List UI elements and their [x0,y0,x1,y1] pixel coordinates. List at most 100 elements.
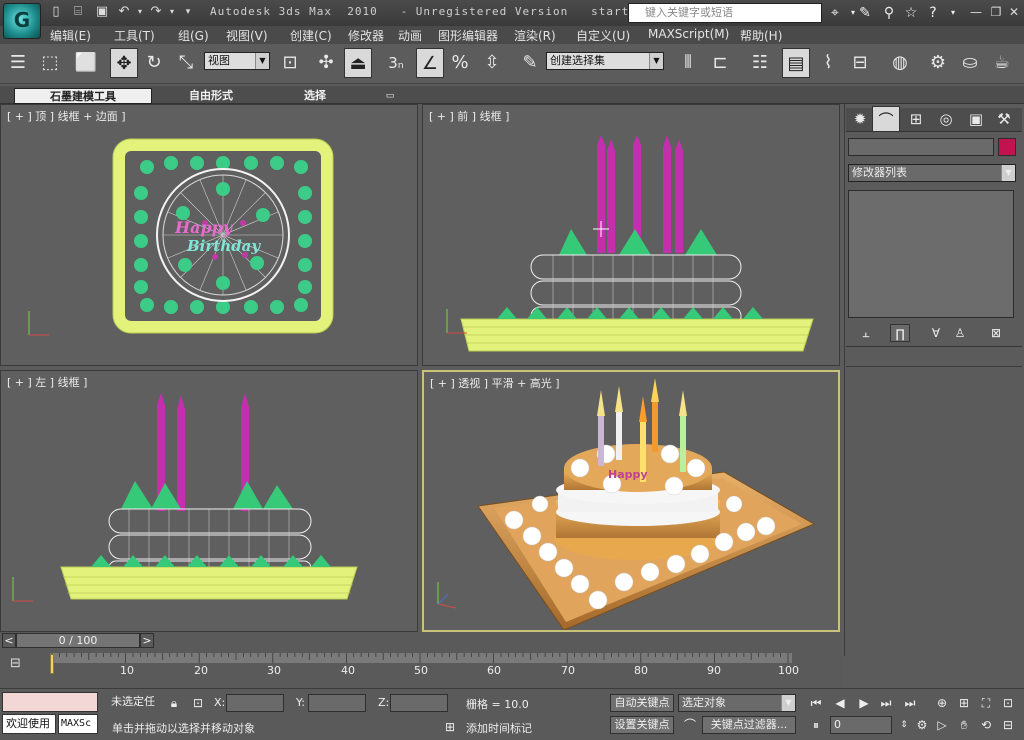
show-end-result-icon[interactable]: ∏ [890,324,910,342]
key-mode-toggle-icon[interactable]: ⏸ [806,716,826,734]
render-production-icon[interactable]: ☕ [988,48,1016,78]
new-file-icon[interactable]: ▯ [48,4,64,20]
keyboard-shortcut-override-icon[interactable]: ⏏ [344,48,372,78]
menu-views[interactable]: 视图(V) [226,27,268,44]
frame-spinner-icon[interactable]: ⇕ [894,716,914,734]
make-unique-icon[interactable]: ∀ [926,324,946,342]
key-mode-dropdown[interactable]: 选定对象 ▼ [678,694,796,712]
object-name-field[interactable] [848,138,994,156]
undo-icon[interactable]: ↶ [116,4,132,20]
select-region-icon[interactable]: ⬜ [72,48,100,78]
quick-access-menu-icon[interactable]: ▾ [180,4,196,20]
current-frame-field[interactable]: 0 [830,716,892,734]
select-and-move-icon[interactable]: ✥ [110,48,138,78]
maximize-viewport-icon[interactable]: ⊟ [998,716,1018,734]
open-file-icon[interactable]: ⌸ [70,4,86,20]
orbit-icon[interactable]: ⟲ [976,716,996,734]
zoom-extents-all-icon[interactable]: ⊡ [998,694,1018,712]
maxscript-mini-listener[interactable]: MAXSc [58,714,98,734]
pan-view-icon[interactable]: ✋︎ [954,716,974,734]
modify-tab-icon[interactable]: ⌒ [872,106,900,132]
zoom-all-icon[interactable]: ⊞ [954,694,974,712]
key-tangent-icon[interactable]: ⌒ [680,716,700,734]
ribbon-collapse-icon[interactable]: ▭ [380,88,400,104]
go-to-end-icon[interactable]: ⏭ [900,694,920,712]
play-icon[interactable]: ▶︎ [854,694,874,712]
time-slider-thumb[interactable]: 0 / 100 [16,633,140,648]
save-file-icon[interactable]: ▣ [94,4,110,20]
viewport-perspective-label[interactable]: [ + ] 透视 ] 平滑 + 高光 ] [430,375,560,391]
create-tab-icon[interactable]: ✹ [846,106,874,132]
menu-maxscript[interactable]: MAXScript(M) [648,27,729,41]
menu-animation[interactable]: 动画 [398,27,422,44]
select-filter-icon[interactable]: ☰ [4,48,32,78]
time-slider-next[interactable]: > [140,633,154,648]
zoom-extents-icon[interactable]: ⛶ [976,694,996,712]
search-input[interactable]: 键入关键字或短语 [628,3,822,23]
z-coordinate-field[interactable] [390,694,448,712]
absolute-mode-icon[interactable]: ⊡ [188,694,208,712]
tab-graphite-modeling[interactable]: 石墨建模工具 [14,88,152,104]
select-and-rotate-icon[interactable]: ↻ [140,48,168,78]
modifier-stack[interactable] [848,190,1014,318]
subscription-icon[interactable]: ✎ [856,4,874,22]
render-setup-icon[interactable]: ⚙ [924,48,952,78]
graphite-toggle-icon[interactable]: ▤ [782,48,810,78]
binoculars-icon[interactable]: ⌖ [826,4,844,22]
menu-customize[interactable]: 自定义(U) [576,27,630,44]
maxscript-listener-pink[interactable] [2,692,98,712]
manipulate-icon[interactable]: ✣ [312,48,340,78]
favorites-star-icon[interactable]: ☆ [902,4,920,22]
display-tab-icon[interactable]: ▣ [962,106,990,132]
pivot-center-icon[interactable]: ⊡ [276,48,304,78]
menu-modifiers[interactable]: 修改器 [348,27,384,44]
viewport-perspective[interactable]: Happy [ + ] 透视 ] 平滑 + 高光 ] [422,370,840,632]
remove-modifier-icon[interactable]: ♙ [950,324,970,342]
field-of-view-icon[interactable]: ▷ [932,716,952,734]
reference-coordinate-dropdown[interactable]: 视图 ▼ [204,52,270,70]
redo-icon[interactable]: ↷ [148,4,164,20]
align-icon[interactable]: ⊏ [706,48,734,78]
time-slider-prev[interactable]: < [2,633,16,648]
x-coordinate-field[interactable] [226,694,284,712]
app-logo-button[interactable]: G [3,3,41,39]
viewport-front[interactable]: [ + ] 前 ] 线框 ] [422,104,840,366]
select-object-icon[interactable]: ⬚ [36,48,64,78]
redo-dropdown-icon[interactable]: ▾ [164,4,180,20]
viewport-top-label[interactable]: [ + ] 顶 ] 线框 + 边面 ] [7,108,126,124]
next-frame-icon[interactable]: ⏭ [876,694,896,712]
minimize-icon[interactable]: — [966,4,986,20]
tab-selection[interactable]: 选择 [292,88,338,104]
menu-graph-editors[interactable]: 图形编辑器 [438,27,498,44]
motion-tab-icon[interactable]: ◎ [932,106,960,132]
y-coordinate-field[interactable] [308,694,366,712]
set-key-button[interactable]: 设置关键点 [610,716,674,734]
rendered-frame-window-icon[interactable]: ⛀ [956,48,984,78]
utilities-tab-icon[interactable]: ⚒ [990,106,1018,132]
menu-rendering[interactable]: 渲染(R) [514,27,556,44]
curve-editor-mini-icon[interactable]: ⊟ [10,656,21,671]
communication-icon[interactable]: ⚲ [880,4,898,22]
previous-frame-icon[interactable]: ◀︎ [830,694,850,712]
key-filters-button[interactable]: 关键点过滤器... [702,716,796,734]
time-tag-icon[interactable]: ⊞ [440,718,460,736]
close-icon[interactable]: ✕ [1004,4,1024,20]
selection-lock-icon[interactable]: 🔒︎ [164,694,184,712]
go-to-start-icon[interactable]: ⏮ [806,694,826,712]
menu-group[interactable]: 组(G) [178,27,209,44]
edit-named-selection-icon[interactable]: ✎ [516,48,544,78]
percent-snap-icon[interactable]: % [446,48,474,78]
mirror-icon[interactable]: ⫴ [674,48,702,78]
named-selection-set-dropdown[interactable]: 创建选择集 ▼ [546,52,664,70]
restore-icon[interactable]: ❐ [986,4,1006,20]
curve-editor-icon[interactable]: ⌇ [814,48,842,78]
auto-key-button[interactable]: 自动关键点 [610,694,674,712]
welcome-field[interactable]: 欢迎使用 [2,714,56,734]
menu-help[interactable]: 帮助(H) [740,27,782,44]
hierarchy-tab-icon[interactable]: ⊞ [902,106,930,132]
menu-create[interactable]: 创建(C) [290,27,332,44]
zoom-icon[interactable]: ⊕ [932,694,952,712]
help-icon[interactable]: ? [924,4,942,22]
configure-modifier-sets-icon[interactable]: ⊠ [986,324,1006,342]
viewport-left-label[interactable]: [ + ] 左 ] 线框 ] [7,374,87,390]
